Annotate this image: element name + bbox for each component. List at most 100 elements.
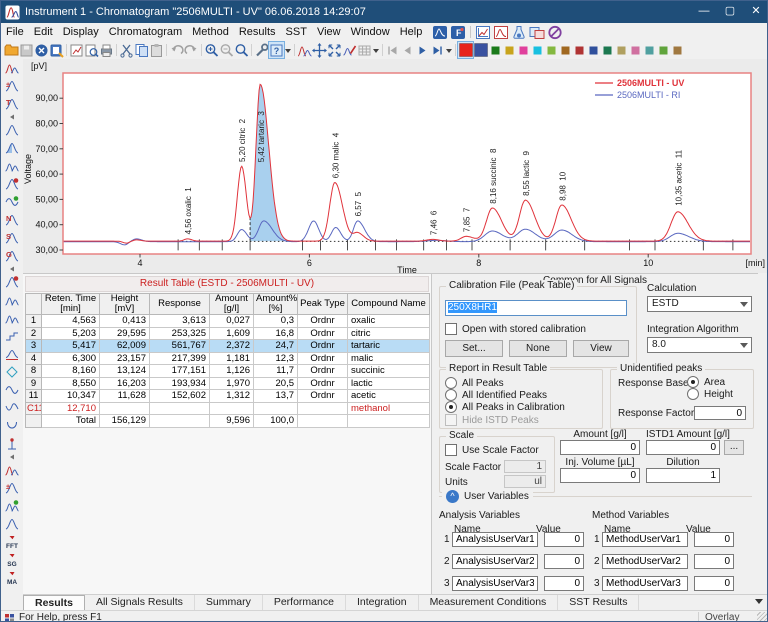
var-value-input[interactable] [544,576,584,591]
move-tool-icon[interactable] [312,42,327,58]
menu-display[interactable]: Display [58,23,104,41]
add-peak-tool-icon[interactable] [3,157,21,175]
wave-region-tool-icon[interactable] [3,399,21,417]
report-setup-icon[interactable] [49,42,64,58]
baseline-curve-tool-icon[interactable] [3,345,21,363]
signal-color-swatch[interactable] [502,43,516,57]
tab-all-signals-results[interactable]: All Signals Results [85,595,195,611]
select-tool-icon[interactable]: ? [269,42,284,58]
cut-region-tool-icon[interactable] [3,363,21,381]
baseline-step-tool-icon[interactable] [3,327,21,345]
integration-algorithm-select[interactable]: 8.0 [647,337,752,353]
grid-caret[interactable] [372,42,380,58]
signal-caret[interactable] [445,42,453,58]
toolbar-collapse-button[interactable] [3,265,21,273]
active-signal-uv-swatch[interactable] [458,42,473,58]
properties-icon[interactable] [254,42,269,58]
invert-region-tool-icon[interactable] [3,381,21,399]
single-peak-icon[interactable] [3,515,21,533]
var-name-input[interactable] [452,576,538,591]
var-name-input[interactable] [452,532,538,547]
var-value-input[interactable] [544,554,584,569]
signal-ri-swatch[interactable] [473,42,488,58]
var-name-input[interactable] [602,576,688,591]
signal-color-swatch[interactable] [670,43,684,57]
export-chart-icon[interactable] [69,42,84,58]
next-signal-icon[interactable] [415,42,430,58]
amount-input[interactable] [560,440,640,455]
menu-results[interactable]: Results [234,23,281,41]
response-factor-input[interactable] [694,406,746,420]
signal-color-swatch[interactable] [530,43,544,57]
radio-option[interactable]: All Identified Peaks [445,389,565,401]
last-signal-icon[interactable] [430,42,445,58]
fft-filter-icon[interactable]: FFT [3,533,21,551]
signal-color-swatch[interactable] [642,43,656,57]
tab-sst-results[interactable]: SST Results [558,595,639,611]
radio-option[interactable]: All Peaks in Calibration [445,401,565,413]
var-name-input[interactable] [452,554,538,569]
signal-color-swatch[interactable] [572,43,586,57]
solvent-peak-tool-icon[interactable]: S [3,229,21,247]
radio-option[interactable]: Height [687,388,733,400]
signal-color-swatch[interactable] [614,43,628,57]
sg-filter-icon[interactable]: SG [3,551,21,569]
negative-peak-tool-icon[interactable]: N [3,211,21,229]
chromatogram-plot[interactable]: 30,0040,0050,0060,0070,0080,0090,0046810… [23,59,768,274]
group-peak-tool-icon[interactable]: G [3,247,21,265]
signal-color-swatch[interactable] [516,43,530,57]
zoom-all-icon[interactable] [234,42,249,58]
show-peaks-icon[interactable] [297,42,312,58]
view-calibration-button[interactable]: View [573,340,629,357]
signal-color-swatch[interactable] [628,43,642,57]
table-row[interactable]: 46,30023,157217,3991,18112,3Ordnrmalic [26,352,430,365]
cut-icon[interactable] [119,42,134,58]
tab-measurement-conditions[interactable]: Measurement Conditions [419,595,559,611]
monitor-off-icon[interactable] [546,24,564,40]
print-preview-icon[interactable] [84,42,99,58]
open-chromatogram-icon[interactable] [4,42,19,58]
global-threshold-icon[interactable]: ± [3,479,21,497]
snap-peak-tool-icon[interactable] [3,175,21,193]
close-chromatogram-icon[interactable] [34,42,49,58]
table-row[interactable]: 88,16013,124177,1511,12611,7Ordnrsuccini… [26,365,430,378]
set-calibration-button[interactable]: Set... [445,340,503,357]
resize-grip[interactable] [757,612,768,622]
istd-amount-input[interactable] [646,440,720,455]
chromatogram-window-icon[interactable] [431,24,449,40]
valley-to-valley-tool-icon[interactable] [3,291,21,309]
tab-results[interactable]: Results [23,595,85,611]
table-row[interactable]: 1110,34711,628152,6021,31213,7Ordnraceti… [26,390,430,403]
var-value-input[interactable] [544,532,584,547]
chromatogram-overlay-icon[interactable] [492,24,510,40]
table-row[interactable]: C1112,710methanol [26,402,430,415]
table-row[interactable]: Total156,1299,596100,0 [26,415,430,428]
calculation-select[interactable]: ESTD [647,296,752,312]
use-scale-factor-checkbox[interactable]: Use Scale Factor [445,444,539,456]
menu-window[interactable]: Window [346,23,395,41]
end-peak-tool-icon[interactable] [3,139,21,157]
signal-color-swatch[interactable] [488,43,502,57]
minimize-button[interactable]: — [691,1,717,23]
menu-view[interactable]: View [312,23,346,41]
menu-chromatogram[interactable]: Chromatogram [104,23,187,41]
var-value-input[interactable] [694,532,734,547]
sequence-window-icon[interactable] [528,24,546,40]
method-setup-icon[interactable]: F [449,24,467,40]
auto-integrate-icon[interactable] [3,497,21,515]
tab-performance[interactable]: Performance [263,595,346,611]
start-peak-tool-icon[interactable] [3,121,21,139]
toolbar-collapse-button[interactable] [3,453,21,461]
copy-icon[interactable] [134,42,149,58]
tangent-peak-tool-icon[interactable]: T [3,95,21,113]
maximize-button[interactable]: ▢ [717,1,743,23]
open-stored-calibration-checkbox[interactable]: Open with stored calibration [445,323,586,335]
tab-integration[interactable]: Integration [346,595,419,611]
peak-merge-tool-icon[interactable] [3,309,21,327]
table-row[interactable]: 25,20329,595253,3251,60916,8Ordnrcitric [26,327,430,340]
threshold-tool-icon[interactable]: ± [3,77,21,95]
ma-filter-icon[interactable]: MA [3,569,21,587]
radio-option[interactable]: All Peaks [445,377,565,389]
u-baseline-tool-icon[interactable] [3,417,21,435]
single-analysis-icon[interactable] [510,24,528,40]
